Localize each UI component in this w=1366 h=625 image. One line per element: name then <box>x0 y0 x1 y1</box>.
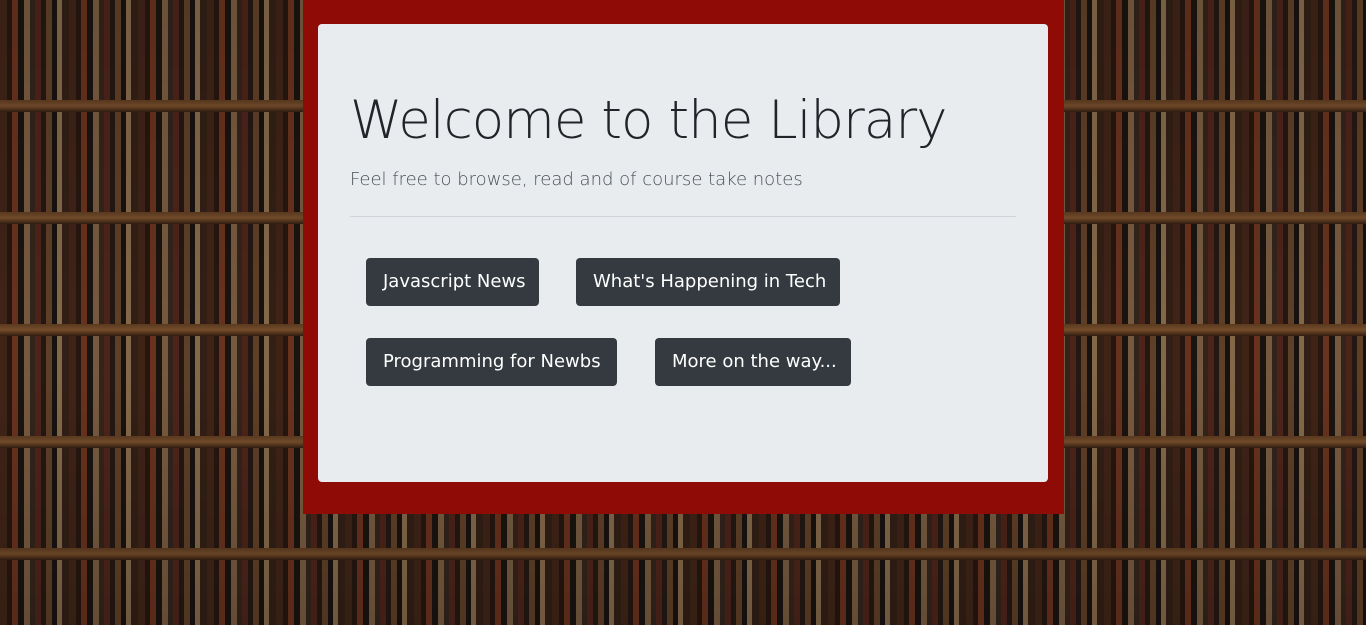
lead-text: Feel free to browse, read and of course … <box>350 169 803 190</box>
programming-for-newbs-button[interactable]: Programming for Newbs <box>366 338 617 386</box>
jumbotron: Welcome to the Library Feel free to brow… <box>318 24 1048 482</box>
whats-happening-in-tech-button[interactable]: What's Happening in Tech <box>576 258 840 306</box>
more-on-the-way-button[interactable]: More on the way... <box>655 338 851 386</box>
divider <box>350 216 1016 217</box>
page-title: Welcome to the Library <box>350 90 947 151</box>
javascript-news-button[interactable]: Javascript News <box>366 258 539 306</box>
